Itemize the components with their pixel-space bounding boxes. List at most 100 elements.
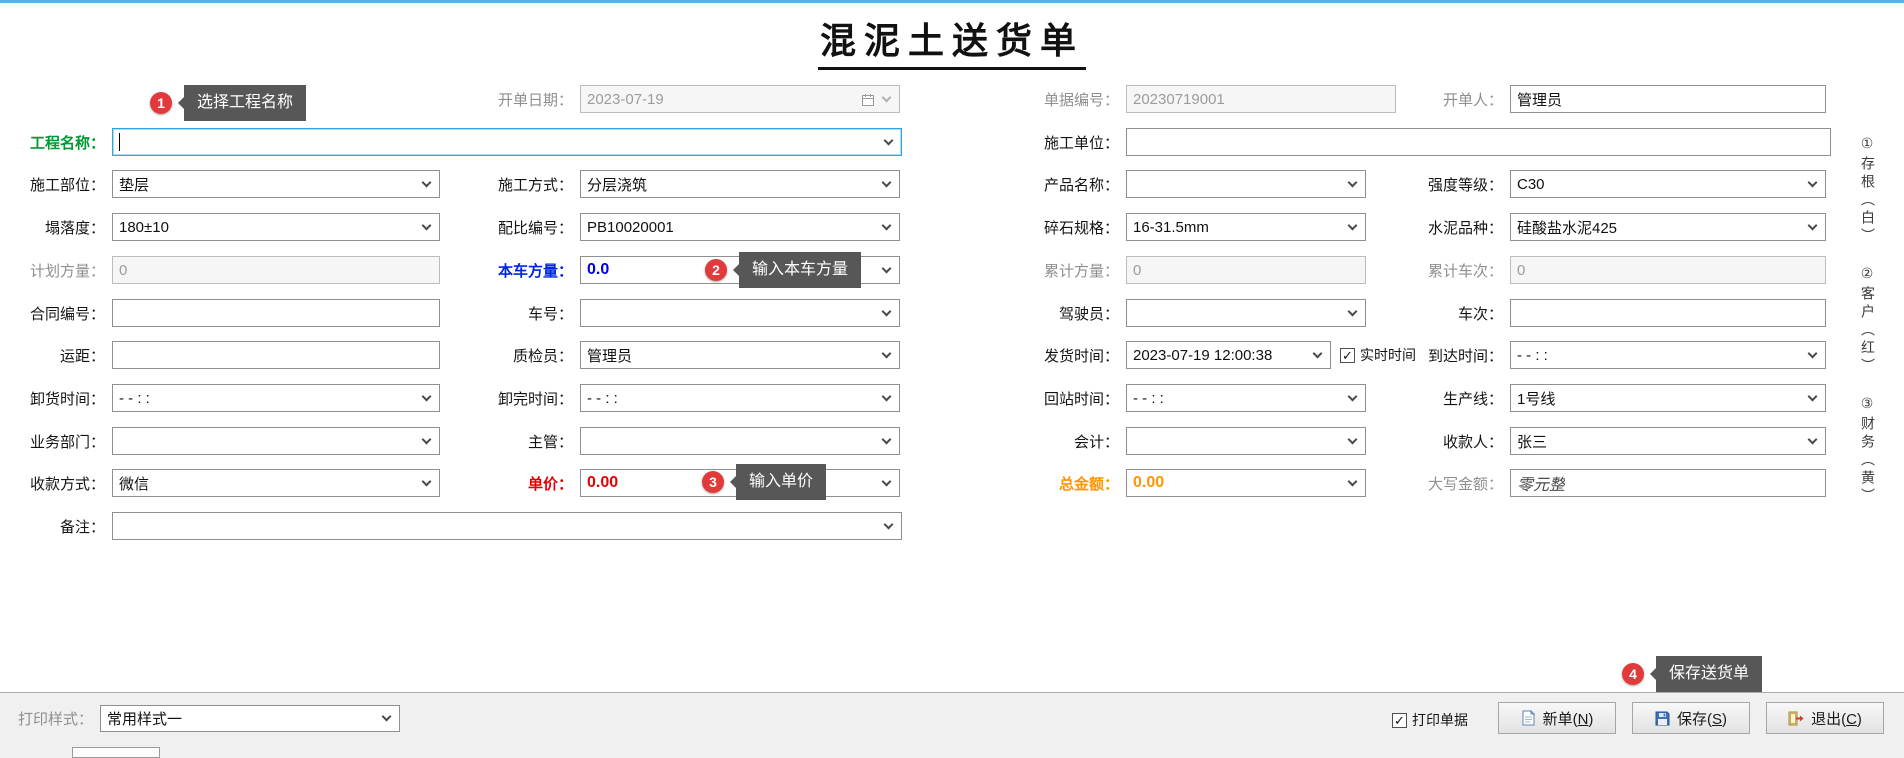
slump-value: 180±10	[119, 219, 169, 236]
arrive-time-select[interactable]: - - : :	[1510, 341, 1826, 369]
field-inspector: 质检员： 管理员	[438, 341, 900, 369]
field-construction-part: 施工部位： 垫层	[2, 170, 440, 198]
chevron-down-icon	[1808, 392, 1818, 402]
remark-label: 备注：	[2, 516, 112, 537]
strength-grade-label: 强度等级：	[1370, 174, 1510, 195]
truck-volume-label: 本车方量：	[438, 260, 580, 281]
field-truck-no: 车号：	[438, 299, 900, 327]
product-name-select[interactable]	[1126, 170, 1366, 198]
field-cum-trips: 累计车次： 0	[1370, 256, 1826, 284]
save-floppy-icon	[1655, 711, 1670, 726]
tooltip-text: 保存送货单	[1669, 665, 1749, 682]
unload-time-select[interactable]: - - : :	[112, 384, 440, 412]
cum-volume-value: 0	[1133, 262, 1141, 279]
chevron-down-icon	[1348, 178, 1358, 188]
new-doc-button[interactable]: 新单(N)	[1498, 702, 1616, 734]
return-time-select[interactable]: - - : :	[1126, 384, 1366, 412]
tour-step-3-number: 3	[709, 474, 717, 490]
chevron-down-icon	[884, 520, 894, 530]
field-strength-grade: 强度等级： C30	[1370, 170, 1826, 198]
issue-date-label: 开单日期：	[438, 89, 580, 110]
contract-no-label: 合同编号：	[2, 303, 112, 324]
checkmark-icon: ✓	[1394, 714, 1405, 727]
cum-volume-label: 累计方量：	[988, 260, 1126, 281]
chevron-down-icon	[1313, 349, 1323, 359]
amount-words-input[interactable]: 零元整	[1510, 469, 1826, 497]
field-distance: 运距：	[2, 341, 440, 369]
field-mix-ratio-no: 配比编号： PB10020001	[438, 213, 900, 241]
distance-input[interactable]	[112, 341, 440, 369]
issuer-input[interactable]: 管理员	[1510, 85, 1826, 113]
issue-date-value: 2023-07-19	[587, 91, 875, 108]
field-project-name: 工程名称：	[2, 128, 902, 156]
driver-select[interactable]	[1126, 299, 1366, 327]
doc-no-label: 单据编号：	[988, 89, 1126, 110]
tour-step-3-tooltip: 输入单价	[736, 464, 826, 500]
tour-step-1-tooltip: 选择工程名称	[184, 85, 306, 121]
chevron-down-icon	[1808, 435, 1818, 445]
contract-no-input[interactable]	[112, 299, 440, 327]
inspector-value: 管理员	[587, 345, 632, 366]
project-name-select[interactable]	[112, 128, 902, 156]
chevron-down-icon	[882, 178, 892, 188]
payee-select[interactable]: 张三	[1510, 427, 1826, 455]
cement-type-select[interactable]: 硅酸盐水泥425	[1510, 213, 1826, 241]
exit-button[interactable]: 退出(C)	[1766, 702, 1884, 734]
cum-trips-input[interactable]: 0	[1510, 256, 1826, 284]
field-product-name: 产品名称：	[988, 170, 1366, 198]
trip-no-label: 车次：	[1370, 303, 1510, 324]
construction-method-select[interactable]: 分层浇筑	[580, 170, 900, 198]
chevron-down-icon	[1348, 392, 1358, 402]
issue-date-picker[interactable]: 2023-07-19	[580, 85, 900, 113]
mix-ratio-no-label: 配比编号：	[438, 217, 580, 238]
cum-volume-input[interactable]: 0	[1126, 256, 1366, 284]
distance-label: 运距：	[2, 345, 112, 366]
business-dept-select[interactable]	[112, 427, 440, 455]
print-style-select[interactable]: 常用样式一	[100, 705, 400, 732]
unload-done-time-value: - - : :	[587, 390, 618, 407]
mix-ratio-no-select[interactable]: PB10020001	[580, 213, 900, 241]
field-print-style: 打印样式： 常用样式一	[12, 704, 400, 732]
supervisor-select[interactable]	[580, 427, 900, 455]
save-button-text: 保存(S)	[1677, 708, 1727, 729]
ship-time-select[interactable]: 2023-07-19 12:00:38	[1126, 341, 1331, 369]
unload-done-time-select[interactable]: - - : :	[580, 384, 900, 412]
tour-step-2-badge: 2	[705, 259, 727, 281]
planned-volume-value: 0	[119, 262, 127, 279]
gravel-spec-select[interactable]: 16-31.5mm	[1126, 213, 1366, 241]
tour-step-2-number: 2	[712, 262, 720, 278]
production-line-select[interactable]: 1号线	[1510, 384, 1826, 412]
field-accountant: 会计：	[988, 427, 1366, 455]
slump-select[interactable]: 180±10	[112, 213, 440, 241]
exit-button-text: 退出(C)	[1811, 708, 1862, 729]
trip-no-input[interactable]	[1510, 299, 1826, 327]
accountant-select[interactable]	[1126, 427, 1366, 455]
accountant-label: 会计：	[988, 431, 1126, 452]
chevron-down-icon	[884, 136, 894, 146]
print-doc-checkbox[interactable]: ✓ 打印单据	[1392, 706, 1468, 734]
construction-unit-input[interactable]	[1126, 128, 1831, 156]
save-button[interactable]: 保存(S)	[1632, 702, 1750, 734]
copy-note-stub: ①存根（白）	[1858, 136, 1878, 246]
field-construction-method: 施工方式： 分层浇筑	[438, 170, 900, 198]
chevron-down-icon	[422, 221, 432, 231]
payment-method-select[interactable]: 微信	[112, 469, 440, 497]
inspector-select[interactable]: 管理员	[580, 341, 900, 369]
truck-no-select[interactable]	[580, 299, 900, 327]
checkbox-checked-icon: ✓	[1392, 713, 1407, 728]
total-amount-select[interactable]: 0.00	[1126, 469, 1366, 497]
truck-no-label: 车号：	[438, 303, 580, 324]
field-supervisor: 主管：	[438, 427, 900, 455]
field-unload-time: 卸货时间： - - : :	[2, 384, 440, 412]
field-contract-no: 合同编号：	[2, 299, 440, 327]
chevron-down-icon	[882, 349, 892, 359]
field-ship-time: 发货时间： 2023-07-19 12:00:38	[988, 341, 1331, 369]
planned-volume-input[interactable]: 0	[112, 256, 440, 284]
strength-grade-select[interactable]: C30	[1510, 170, 1826, 198]
construction-method-value: 分层浇筑	[587, 174, 647, 195]
construction-part-select[interactable]: 垫层	[112, 170, 440, 198]
field-arrive-time: 到达时间： - - : :	[1370, 341, 1826, 369]
field-driver: 驾驶员：	[988, 299, 1366, 327]
doc-no-input[interactable]: 20230719001	[1126, 85, 1396, 113]
remark-select[interactable]	[112, 512, 902, 540]
